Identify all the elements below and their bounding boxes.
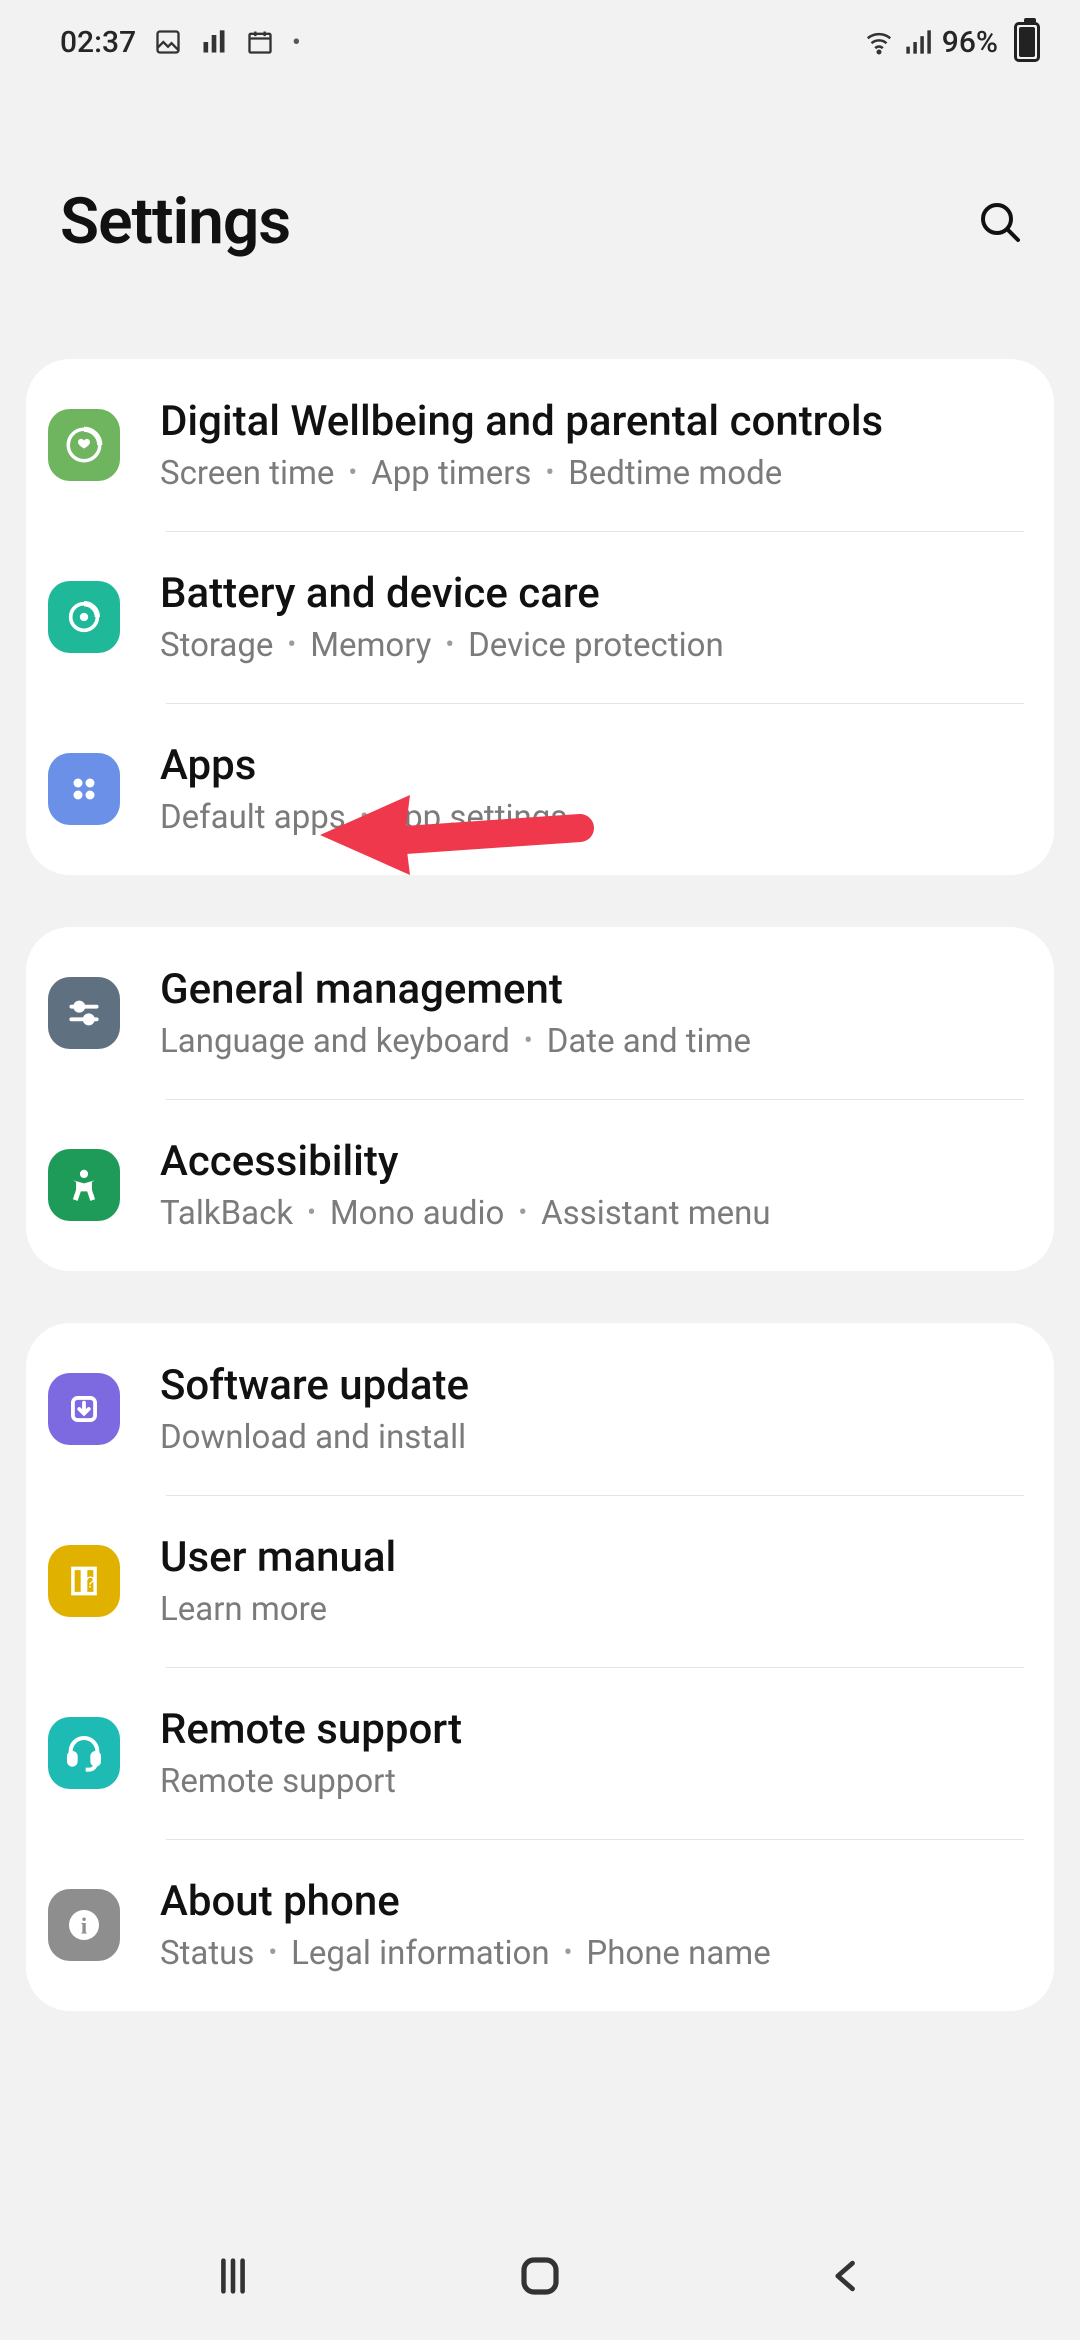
wifi-icon bbox=[864, 27, 894, 57]
user-manual-icon: ? bbox=[48, 1545, 120, 1617]
row-subtitle: Language and keyboard• Date and time bbox=[160, 1022, 751, 1061]
recents-button[interactable] bbox=[193, 2246, 273, 2306]
about-phone-icon: i bbox=[48, 1889, 120, 1961]
home-icon bbox=[516, 2252, 564, 2300]
row-subtitle: Learn more bbox=[160, 1590, 396, 1629]
settings-group: General management Language and keyboard… bbox=[26, 927, 1054, 1271]
settings-row-software-update[interactable]: Software update Download and install bbox=[26, 1323, 1054, 1495]
row-subtitle: Storage• Memory• Device protection bbox=[160, 626, 724, 665]
row-subtitle: TalkBack• Mono audio• Assistant menu bbox=[160, 1194, 771, 1233]
row-subtitle: Status• Legal information• Phone name bbox=[160, 1934, 771, 1973]
settings-group: Digital Wellbeing and parental controls … bbox=[26, 359, 1054, 875]
picture-icon bbox=[154, 28, 182, 56]
row-title: About phone bbox=[160, 1877, 771, 1926]
remote-support-icon bbox=[48, 1717, 120, 1789]
svg-text:?: ? bbox=[86, 1574, 95, 1591]
status-bar: 02:37 • 96% bbox=[0, 0, 1080, 74]
search-button[interactable] bbox=[970, 192, 1030, 252]
chart-icon bbox=[200, 28, 228, 56]
wellbeing-icon bbox=[48, 409, 120, 481]
general-management-icon bbox=[48, 977, 120, 1049]
accessibility-icon bbox=[48, 1149, 120, 1221]
row-title: Accessibility bbox=[160, 1137, 771, 1186]
svg-text:i: i bbox=[81, 1913, 88, 1939]
row-title: Remote support bbox=[160, 1705, 462, 1754]
row-subtitle: Default apps• App settings bbox=[160, 798, 567, 837]
device-care-icon bbox=[48, 581, 120, 653]
settings-row-apps[interactable]: Apps Default apps• App settings bbox=[26, 703, 1054, 875]
settings-row-digital-wellbeing[interactable]: Digital Wellbeing and parental controls … bbox=[26, 359, 1054, 531]
battery-icon bbox=[1014, 22, 1040, 62]
row-title: Apps bbox=[160, 741, 567, 790]
row-title: Software update bbox=[160, 1361, 469, 1410]
settings-row-accessibility[interactable]: Accessibility TalkBack• Mono audio• Assi… bbox=[26, 1099, 1054, 1271]
row-title: Battery and device care bbox=[160, 569, 724, 618]
settings-row-remote-support[interactable]: Remote support Remote support bbox=[26, 1667, 1054, 1839]
back-button[interactable] bbox=[807, 2246, 887, 2306]
calendar-icon bbox=[246, 28, 274, 56]
battery-percent: 96% bbox=[942, 25, 998, 60]
home-button[interactable] bbox=[500, 2246, 580, 2306]
settings-row-about-phone[interactable]: i About phone Status• Legal information•… bbox=[26, 1839, 1054, 2011]
page-header: Settings bbox=[0, 74, 1080, 359]
recents-icon bbox=[210, 2253, 256, 2299]
settings-row-device-care[interactable]: Battery and device care Storage• Memory•… bbox=[26, 531, 1054, 703]
settings-row-user-manual[interactable]: ? User manual Learn more bbox=[26, 1495, 1054, 1667]
status-time: 02:37 bbox=[60, 25, 136, 60]
back-icon bbox=[825, 2254, 869, 2298]
row-subtitle: Remote support bbox=[160, 1762, 462, 1801]
settings-group: Software update Download and install ? U… bbox=[26, 1323, 1054, 2011]
more-notifications-dot: • bbox=[292, 28, 300, 56]
navigation-bar bbox=[0, 2230, 1080, 2340]
page-title: Settings bbox=[60, 184, 290, 259]
search-icon bbox=[976, 198, 1024, 246]
signal-icon bbox=[904, 28, 932, 56]
apps-icon bbox=[48, 753, 120, 825]
row-title: Digital Wellbeing and parental controls bbox=[160, 397, 883, 446]
settings-row-general-management[interactable]: General management Language and keyboard… bbox=[26, 927, 1054, 1099]
row-title: User manual bbox=[160, 1533, 396, 1582]
software-update-icon bbox=[48, 1373, 120, 1445]
row-subtitle: Screen time• App timers• Bedtime mode bbox=[160, 454, 883, 493]
row-title: General management bbox=[160, 965, 751, 1014]
row-subtitle: Download and install bbox=[160, 1418, 469, 1457]
